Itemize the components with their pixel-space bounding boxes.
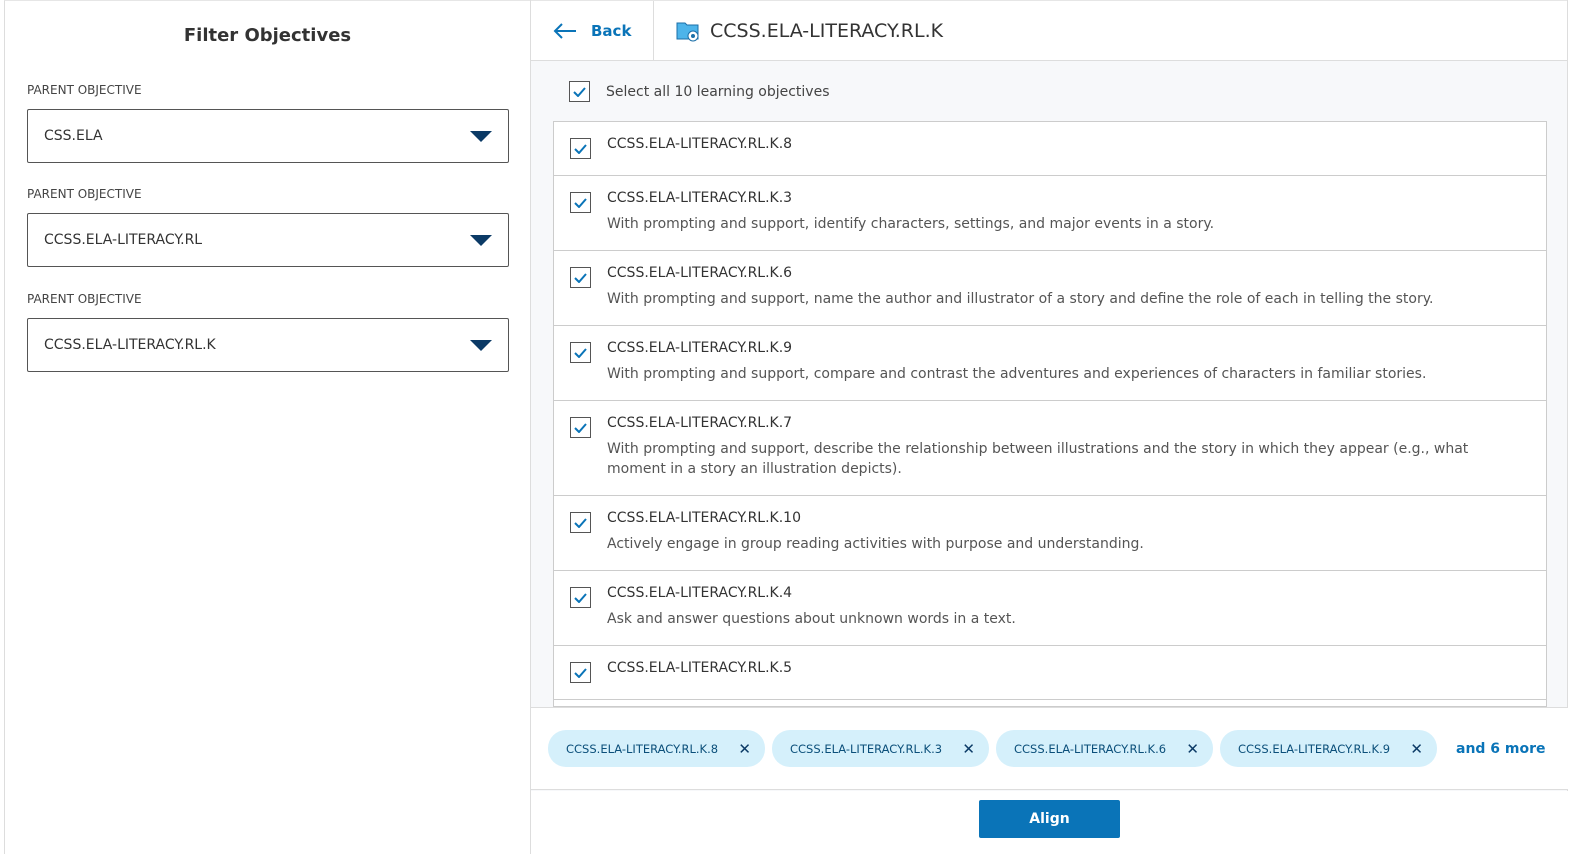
select-all-checkbox[interactable] — [569, 81, 590, 102]
objectives-list[interactable]: CCSS.ELA-LITERACY.RL.K.8 CCSS.ELA-LITERAC… — [553, 121, 1547, 707]
objective-item[interactable]: CCSS.ELA-LITERACY.RL.K.3 With prompting a… — [554, 176, 1546, 251]
objectives-panel: Back CCSS.ELA-LITERACY.RL.K Select all 1… — [530, 0, 1568, 854]
check-icon — [574, 143, 587, 154]
chip-label: CCSS.ELA-LITERACY.RL.K.6 — [1014, 741, 1167, 756]
selected-chip: CCSS.ELA-LITERACY.RL.K.9 ✕ — [1220, 730, 1437, 767]
back-button[interactable]: Back — [531, 0, 654, 61]
back-label: Back — [591, 21, 632, 40]
close-icon[interactable]: ✕ — [962, 740, 975, 758]
objective-checkbox[interactable] — [570, 138, 591, 159]
objective-code: CCSS.ELA-LITERACY.RL.K.8 — [607, 136, 793, 152]
caret-down-icon — [470, 339, 492, 351]
objective-description: With prompting and support, identify cha… — [607, 216, 1215, 232]
selected-chip: CCSS.ELA-LITERACY.RL.K.6 ✕ — [996, 730, 1213, 767]
filter-panel: Filter Objectives PARENT OBJECTIVE CSS.E… — [4, 0, 530, 854]
select-all[interactable]: Select all 10 learning objectives — [569, 81, 830, 102]
objective-description: With prompting and support, describe the… — [607, 441, 1469, 477]
check-icon — [574, 347, 587, 358]
objective-checkbox[interactable] — [570, 662, 591, 683]
parent-objective-select-1[interactable]: CSS.ELA — [27, 109, 509, 163]
objective-description: Actively engage in group reading activit… — [607, 536, 1144, 552]
objective-item[interactable]: CCSS.ELA-LITERACY.RL.K.7 With prompting a… — [554, 401, 1546, 496]
objective-item[interactable]: CCSS.ELA-LITERACY.RL.K.9 With prompting a… — [554, 326, 1546, 401]
arrow-left-icon — [553, 22, 576, 39]
footer: Align — [531, 791, 1568, 854]
objective-code: CCSS.ELA-LITERACY.RL.K.7 — [607, 415, 793, 431]
selected-chip: CCSS.ELA-LITERACY.RL.K.3 ✕ — [772, 730, 989, 767]
select-value: CCSS.ELA-LITERACY.RL.K — [44, 337, 216, 353]
check-icon — [574, 667, 587, 678]
more-link[interactable]: and 6 more — [1456, 741, 1546, 757]
objective-description: With prompting and support, name the aut… — [607, 291, 1434, 307]
objective-description: With prompting and support, compare and … — [607, 366, 1427, 382]
objective-code: CCSS.ELA-LITERACY.RL.K.3 — [607, 190, 793, 206]
select-value: CCSS.ELA-LITERACY.RL — [44, 232, 203, 248]
close-icon[interactable]: ✕ — [1186, 740, 1199, 758]
caret-down-icon — [470, 130, 492, 142]
check-icon — [573, 86, 586, 97]
objective-item[interactable]: CCSS.ELA-LITERACY.RL.K.6 With prompting a… — [554, 251, 1546, 326]
select-all-label: Select all 10 learning objectives — [606, 83, 830, 100]
page-title: CCSS.ELA-LITERACY.RL.K — [710, 19, 944, 42]
parent-objective-select-2[interactable]: CCSS.ELA-LITERACY.RL — [27, 213, 509, 267]
objective-checkbox[interactable] — [570, 192, 591, 213]
objective-checkbox[interactable] — [570, 587, 591, 608]
selected-chips: CCSS.ELA-LITERACY.RL.K.8 ✕ CCSS.ELA-LITERA… — [531, 707, 1568, 790]
check-icon — [574, 517, 587, 528]
check-icon — [574, 422, 587, 433]
align-button[interactable]: Align — [979, 800, 1120, 838]
check-icon — [574, 592, 587, 603]
caret-down-icon — [470, 234, 492, 246]
objective-code: CCSS.ELA-LITERACY.RL.K.4 — [607, 585, 793, 601]
objective-item[interactable]: CCSS.ELA-LITERACY.RL.K.4 Ask and answer q… — [554, 571, 1546, 646]
close-icon[interactable]: ✕ — [738, 740, 751, 758]
chip-label: CCSS.ELA-LITERACY.RL.K.9 — [1238, 741, 1391, 756]
filter-title: Filter Objectives — [183, 25, 352, 46]
objective-code: CCSS.ELA-LITERACY.RL.K.10 — [607, 510, 801, 526]
parent-objective-label: PARENT OBJECTIVE — [27, 187, 142, 201]
check-icon — [574, 197, 587, 208]
check-icon — [574, 272, 587, 283]
objective-item[interactable]: CCSS.ELA-LITERACY.RL.K.8 — [554, 122, 1546, 176]
chip-label: CCSS.ELA-LITERACY.RL.K.3 — [790, 741, 943, 756]
selected-chip: CCSS.ELA-LITERACY.RL.K.8 ✕ — [548, 730, 765, 767]
header: Back CCSS.ELA-LITERACY.RL.K — [531, 0, 1567, 61]
objective-item[interactable]: CCSS.ELA-LITERACY.RL.K.10 Actively engage… — [554, 496, 1546, 571]
objective-checkbox[interactable] — [570, 342, 591, 363]
objective-checkbox[interactable] — [570, 512, 591, 533]
objective-code: CCSS.ELA-LITERACY.RL.K.9 — [607, 340, 793, 356]
chip-label: CCSS.ELA-LITERACY.RL.K.8 — [566, 741, 719, 756]
objective-code: CCSS.ELA-LITERACY.RL.K.5 — [607, 660, 793, 676]
folder-gear-icon — [676, 22, 699, 41]
objective-checkbox[interactable] — [570, 417, 591, 438]
close-icon[interactable]: ✕ — [1410, 740, 1423, 758]
objective-description: Ask and answer questions about unknown w… — [607, 611, 1016, 627]
parent-objective-label: PARENT OBJECTIVE — [27, 83, 142, 97]
parent-objective-select-3[interactable]: CCSS.ELA-LITERACY.RL.K — [27, 318, 509, 372]
objective-code: CCSS.ELA-LITERACY.RL.K.6 — [607, 265, 793, 281]
objective-checkbox[interactable] — [570, 267, 591, 288]
objective-item[interactable]: CCSS.ELA-LITERACY.RL.K.5 — [554, 646, 1546, 700]
parent-objective-label: PARENT OBJECTIVE — [27, 292, 142, 306]
select-value: CSS.ELA — [44, 128, 103, 144]
